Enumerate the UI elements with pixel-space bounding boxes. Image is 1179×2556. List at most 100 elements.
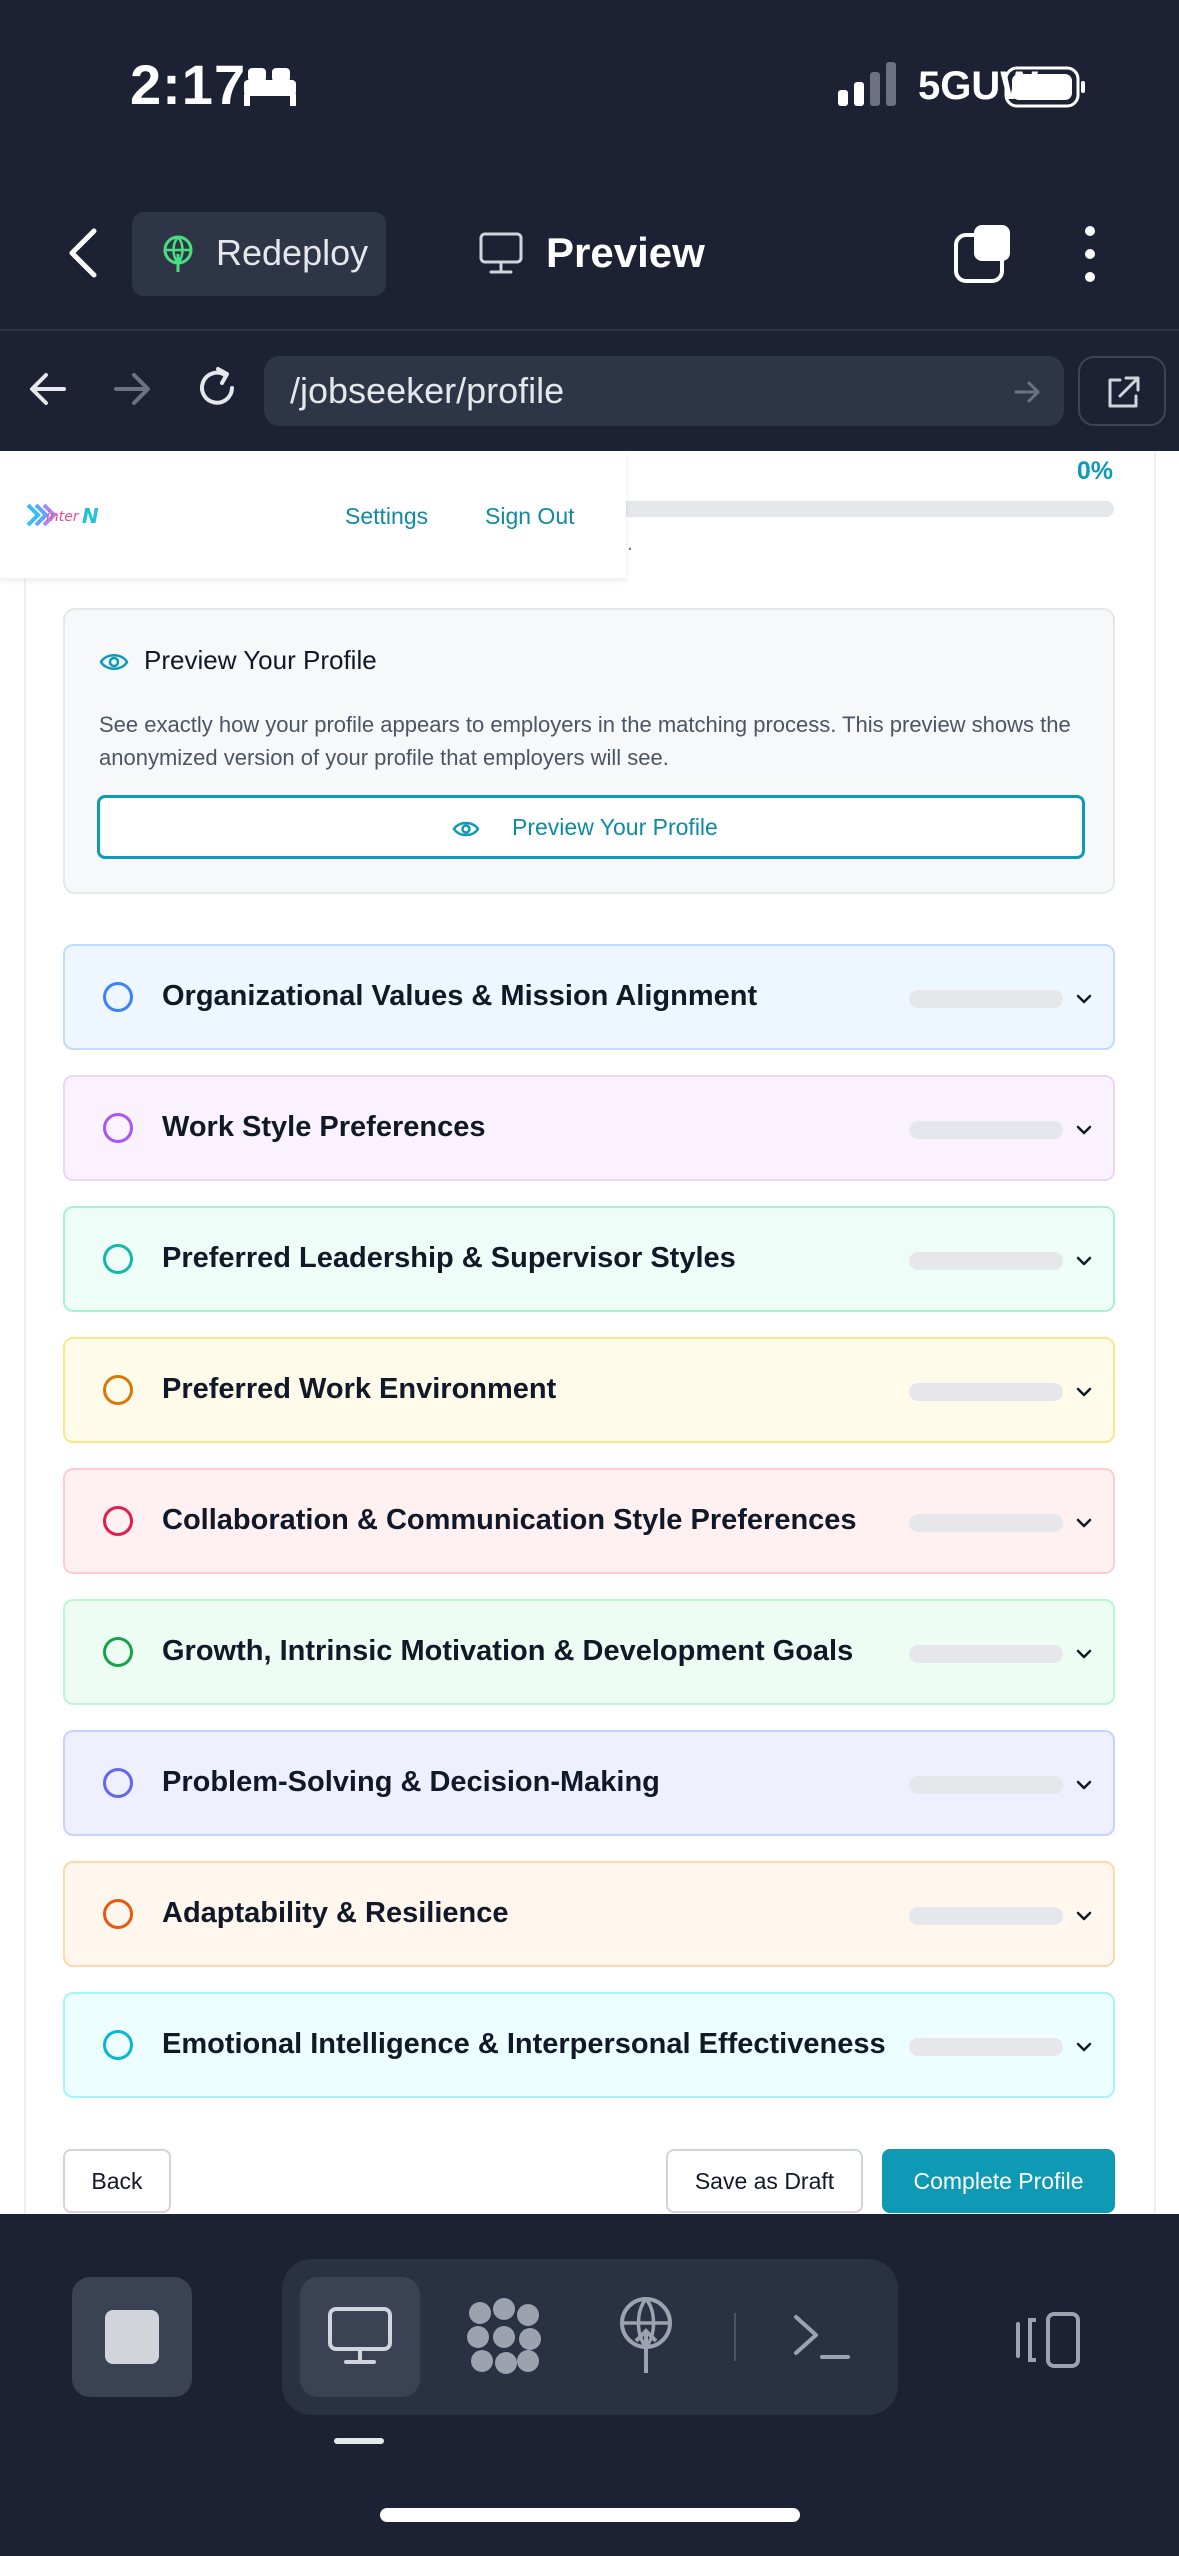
profile-section[interactable]: Preferred Work Environment (63, 1337, 1115, 1443)
chevron-down-icon[interactable] (1075, 1514, 1093, 1532)
profile-section[interactable]: Emotional Intelligence & Interpersonal E… (63, 1992, 1115, 2098)
section-progress-bar (909, 1383, 1063, 1401)
profile-section[interactable]: Collaboration & Communication Style Pref… (63, 1468, 1115, 1574)
profile-section[interactable]: Organizational Values & Mission Alignmen… (63, 944, 1115, 1050)
chevron-down-icon[interactable] (1075, 1907, 1093, 1925)
eye-icon (99, 654, 129, 670)
chevron-down-icon[interactable] (1075, 990, 1093, 1008)
preview-card-title: Preview Your Profile (144, 645, 377, 675)
chevron-down-icon[interactable] (1075, 1776, 1093, 1794)
battery-icon (1004, 66, 1085, 108)
preview-label: Preview (546, 229, 705, 276)
browser-forward-icon[interactable] (112, 369, 152, 409)
nav-sign-out-link[interactable]: Sign Out (485, 503, 575, 530)
reload-icon[interactable] (194, 365, 240, 411)
signal-icon (838, 62, 896, 106)
status-circle-icon (103, 1244, 133, 1274)
section-progress-bar (909, 1252, 1063, 1270)
section-progress-bar (909, 1907, 1063, 1925)
url-input[interactable] (290, 366, 970, 416)
status-circle-icon (103, 1506, 133, 1536)
svg-text:inter: inter (46, 509, 80, 525)
desktop-tool-button[interactable] (300, 2277, 420, 2397)
status-circle-icon (103, 982, 133, 1012)
browser-bar (0, 331, 1179, 451)
profile-section[interactable]: Problem-Solving & Decision-Making (63, 1730, 1115, 1836)
terminal-icon[interactable] (790, 2307, 852, 2365)
redeploy-label: Redeploy (216, 232, 369, 273)
chevron-down-icon[interactable] (1075, 2038, 1093, 2056)
section-progress-bar (909, 1776, 1063, 1794)
url-bar[interactable] (264, 356, 1064, 426)
profile-section[interactable]: Preferred Leadership & Supervisor Styles (63, 1206, 1115, 1312)
profile-progress-bar (600, 501, 1114, 517)
open-external-button[interactable] (1078, 356, 1166, 426)
section-title: Work Style Preferences (162, 1111, 486, 1143)
preview-button-label: Preview Your Profile (512, 814, 718, 840)
status-circle-icon (103, 1375, 133, 1405)
side-panel-icon[interactable] (1012, 2310, 1082, 2370)
status-circle-icon (103, 2030, 133, 2060)
go-arrow-icon[interactable] (1014, 378, 1042, 406)
bed-icon (244, 68, 296, 106)
status-bar: 2:17 5GUW (0, 0, 1179, 175)
monitor-icon (328, 2307, 392, 2364)
section-title: Preferred Leadership & Supervisor Styles (162, 1242, 736, 1274)
monitor-icon (479, 232, 523, 274)
ai-agent-icon[interactable] (464, 2297, 544, 2377)
site-header: inter N Settings Sign Out (0, 451, 626, 579)
external-link-icon (1108, 376, 1140, 408)
bottom-toolbar (0, 2214, 1179, 2556)
back-button[interactable]: Back (63, 2149, 171, 2213)
section-title: Preferred Work Environment (162, 1373, 557, 1405)
chevron-down-icon[interactable] (1075, 1383, 1093, 1401)
browser-back-icon[interactable] (28, 369, 68, 409)
preview-profile-button[interactable]: Preview Your Profile (97, 795, 1085, 859)
back-chevron-icon[interactable] (64, 225, 104, 281)
section-title: Collaboration & Communication Style Pref… (162, 1504, 857, 1536)
status-circle-icon (103, 1899, 133, 1929)
stop-icon (105, 2310, 159, 2364)
section-progress-bar (909, 1121, 1063, 1139)
active-tab-indicator (334, 2438, 384, 2444)
chevron-down-icon[interactable] (1075, 1252, 1093, 1270)
deploy-icon[interactable] (614, 2295, 678, 2375)
section-title: Emotional Intelligence & Interpersonal E… (162, 2028, 886, 2060)
progress-percent: 0% (1076, 457, 1113, 485)
clock: 2:17 (130, 53, 247, 116)
eye-icon (452, 821, 480, 837)
more-options-icon[interactable] (1070, 223, 1110, 285)
profile-section[interactable]: Growth, Intrinsic Motivation & Developme… (63, 1599, 1115, 1705)
intern-logo[interactable]: inter N (26, 499, 100, 531)
toolbar-divider (734, 2313, 736, 2361)
app-bar: Redeploy Preview (0, 175, 1179, 331)
section-progress-bar (909, 2038, 1063, 2056)
nav-settings-link[interactable]: Settings (345, 503, 428, 530)
redeploy-button[interactable]: Redeploy (132, 212, 386, 296)
svg-text:N: N (82, 504, 99, 528)
chevron-down-icon[interactable] (1075, 1121, 1093, 1139)
section-progress-bar (909, 990, 1063, 1008)
tabs-icon[interactable] (952, 223, 1014, 285)
section-title: Organizational Values & Mission Alignmen… (162, 980, 758, 1012)
complete-profile-button[interactable]: Complete Profile (882, 2149, 1115, 2213)
web-content: 0% e. inter N Settings Sign Out Preview … (0, 451, 1179, 2214)
preview-profile-card: Preview Your Profile See exactly how you… (63, 608, 1115, 894)
home-indicator[interactable] (380, 2508, 800, 2522)
section-title: Problem-Solving & Decision-Making (162, 1766, 660, 1798)
status-circle-icon (103, 1113, 133, 1143)
save-draft-button[interactable]: Save as Draft (666, 2149, 863, 2213)
redeploy-icon (163, 235, 193, 272)
profile-section[interactable]: Adaptability & Resilience (63, 1861, 1115, 1967)
chevron-down-icon[interactable] (1075, 1645, 1093, 1663)
stop-button[interactable] (72, 2277, 192, 2397)
section-title: Growth, Intrinsic Motivation & Developme… (162, 1635, 854, 1667)
status-circle-icon (103, 1768, 133, 1798)
status-circle-icon (103, 1637, 133, 1667)
section-progress-bar (909, 1514, 1063, 1532)
tool-group (282, 2259, 898, 2415)
section-progress-bar (909, 1645, 1063, 1663)
section-title: Adaptability & Resilience (162, 1897, 509, 1929)
preview-tab[interactable]: Preview (478, 225, 738, 281)
profile-section[interactable]: Work Style Preferences (63, 1075, 1115, 1181)
